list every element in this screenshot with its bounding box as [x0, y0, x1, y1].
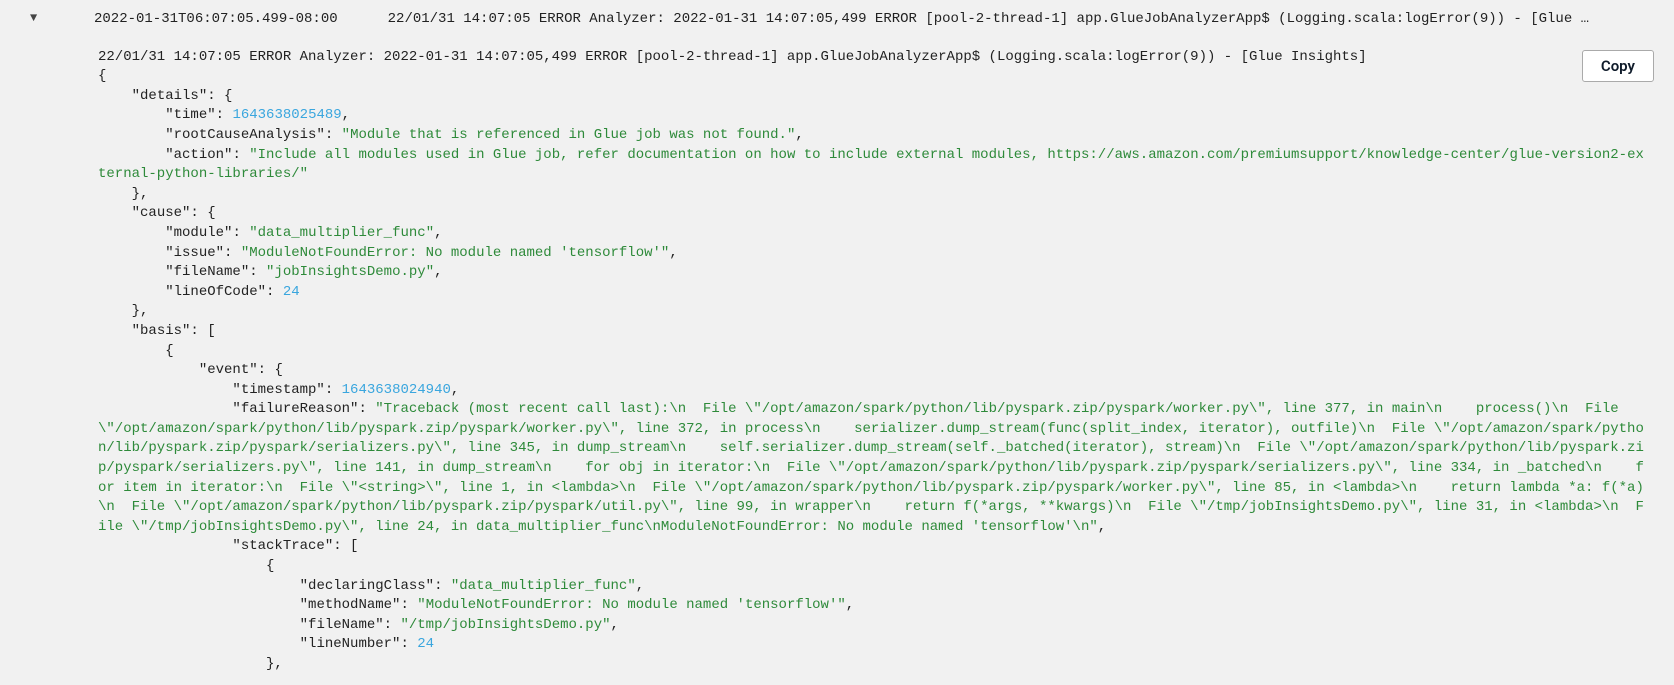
log-entry: ▼ 2022-01-31T06:07:05.499-08:00 22/01/31… — [0, 0, 1674, 685]
log-header-row[interactable]: ▼ 2022-01-31T06:07:05.499-08:00 22/01/31… — [10, 10, 1654, 30]
expand-toggle-icon[interactable]: ▼ — [30, 10, 44, 27]
log-timestamp: 2022-01-31T06:07:05.499-08:00 — [94, 10, 338, 30]
log-json-content: 22/01/31 14:07:05 ERROR Analyzer: 2022-0… — [98, 48, 1644, 675]
log-expanded-body: 22/01/31 14:07:05 ERROR Analyzer: 2022-0… — [10, 48, 1654, 675]
log-summary-line: 22/01/31 14:07:05 ERROR Analyzer: 2022-0… — [388, 10, 1654, 30]
